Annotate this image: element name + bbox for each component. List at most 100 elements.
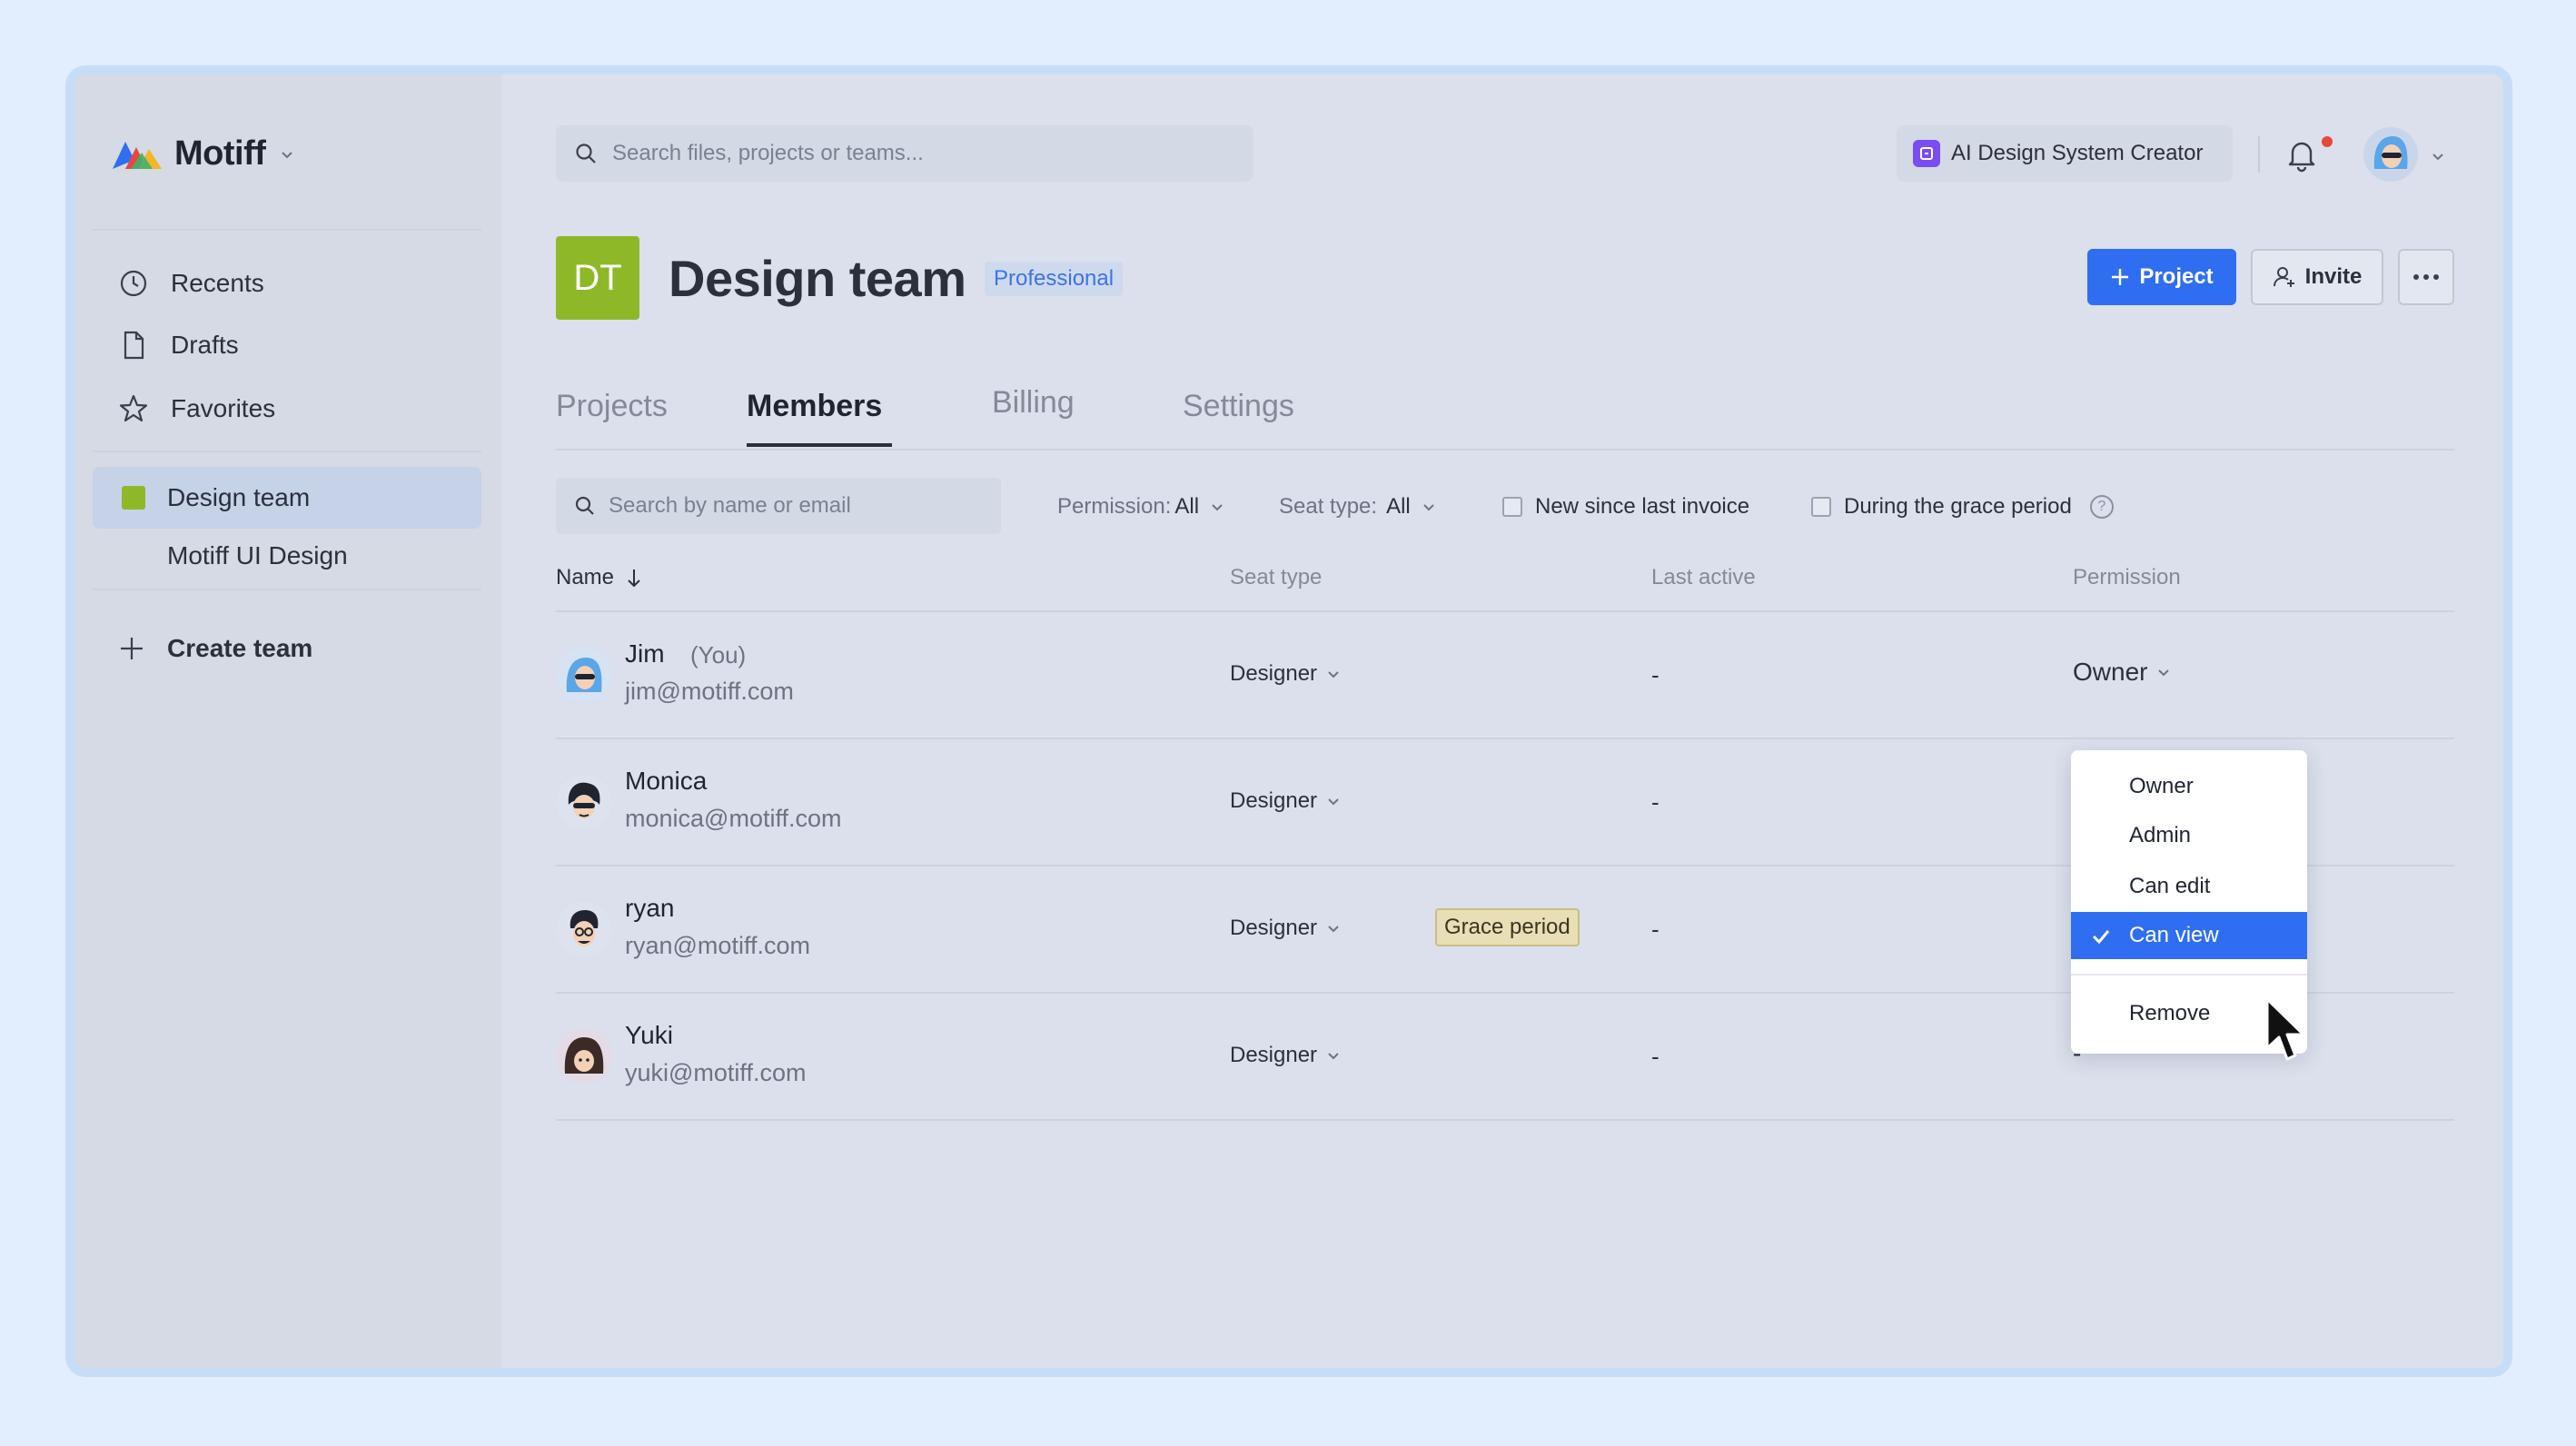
tab-settings[interactable]: Settings bbox=[1183, 389, 1294, 424]
search-icon bbox=[575, 496, 594, 515]
sidebar-item-favorites[interactable]: Favorites bbox=[93, 378, 481, 440]
seat-filter-value: All bbox=[1386, 494, 1411, 519]
create-team-button[interactable]: Create team bbox=[118, 634, 312, 663]
chevron-down-icon bbox=[282, 151, 293, 158]
checkbox[interactable] bbox=[1502, 497, 1522, 517]
chevron-down-icon bbox=[2158, 669, 2170, 677]
plus-icon bbox=[121, 638, 143, 659]
last-active-value: - bbox=[1651, 916, 1660, 943]
chevron-down-icon bbox=[1328, 1053, 1339, 1060]
motiff-logo-icon bbox=[113, 141, 162, 169]
seat-type-select[interactable]: Designer bbox=[1230, 788, 1341, 814]
ai-design-system-button[interactable]: AI Design System Creator bbox=[1897, 125, 2233, 182]
checkbox-label: During the grace period bbox=[1844, 494, 2072, 519]
column-label: Name bbox=[556, 565, 615, 589]
workspace-switcher[interactable]: Motiff bbox=[111, 134, 294, 173]
tab-billing[interactable]: Billing bbox=[992, 385, 1075, 421]
member-email: yuki@motiff.com bbox=[625, 1059, 807, 1086]
seat-type-value: Designer bbox=[1230, 916, 1318, 940]
seat-type-filter[interactable]: Seat type: All bbox=[1279, 494, 1436, 520]
user-avatar[interactable] bbox=[2363, 127, 2418, 182]
member-name: Monica bbox=[625, 767, 708, 795]
table-row[interactable]: Jim (You) jim@motiff.com Designer - Owne… bbox=[556, 610, 2454, 738]
column-header-last-active[interactable]: Last active bbox=[1651, 565, 1756, 590]
chevron-down-icon bbox=[1328, 798, 1339, 806]
last-active-value: - bbox=[1651, 661, 1660, 688]
ellipsis-icon bbox=[2413, 274, 2439, 280]
grace-period-checkbox[interactable]: During the grace period ? bbox=[1811, 494, 2114, 520]
checkbox[interactable] bbox=[1811, 497, 1831, 517]
chevron-down-icon bbox=[1212, 504, 1223, 511]
mouse-pointer-icon bbox=[2265, 997, 2305, 1061]
column-header-name[interactable]: Name bbox=[556, 565, 643, 590]
menu-item-admin[interactable]: Admin bbox=[2071, 812, 2307, 859]
search-icon bbox=[576, 144, 596, 163]
tab-projects[interactable]: Projects bbox=[556, 389, 668, 424]
menu-divider bbox=[2071, 974, 2307, 976]
tab-members[interactable]: Members bbox=[747, 389, 882, 424]
ai-button-label: AI Design System Creator bbox=[1951, 141, 2204, 165]
column-header-permission[interactable]: Permission bbox=[2073, 565, 2181, 590]
seat-type-value: Designer bbox=[1230, 788, 1318, 813]
chevron-down-icon[interactable] bbox=[2431, 149, 2445, 163]
grace-period-badge: Grace period bbox=[1435, 908, 1580, 946]
sidebar-item-label: Favorites bbox=[171, 394, 276, 422]
bell-icon[interactable] bbox=[2284, 136, 2320, 173]
add-user-icon bbox=[2273, 267, 2294, 287]
sidebar-item-label: Design team bbox=[167, 483, 311, 511]
new-project-button[interactable]: Project bbox=[2087, 249, 2236, 305]
global-search[interactable] bbox=[556, 125, 1253, 182]
page-title: Design team bbox=[669, 250, 966, 307]
document-icon bbox=[124, 331, 144, 360]
sort-down-icon bbox=[628, 569, 640, 588]
global-search-input[interactable] bbox=[612, 141, 1230, 166]
topbar-divider bbox=[2258, 136, 2260, 173]
more-options-button[interactable] bbox=[2398, 249, 2454, 305]
star-icon bbox=[119, 394, 148, 422]
member-name: ryan bbox=[625, 894, 675, 922]
plan-badge: Professional bbox=[985, 262, 1124, 296]
sidebar-item-project[interactable]: Motiff UI Design bbox=[167, 541, 348, 570]
invite-button[interactable]: Invite bbox=[2251, 249, 2383, 305]
seat-type-value: Designer bbox=[1230, 1043, 1318, 1067]
column-header-seat-type[interactable]: Seat type bbox=[1230, 565, 1322, 590]
ai-sparkle-icon bbox=[1913, 140, 1940, 167]
menu-item-label: Can view bbox=[2129, 923, 2219, 947]
active-tab-indicator bbox=[747, 443, 892, 447]
new-since-invoice-checkbox[interactable]: New since last invoice bbox=[1502, 494, 1749, 520]
menu-item-can-view[interactable]: Can view bbox=[2071, 912, 2307, 959]
checkbox-label: New since last invoice bbox=[1535, 494, 1750, 519]
seat-type-select[interactable]: Designer bbox=[1230, 661, 1341, 687]
last-active-value: - bbox=[1651, 1043, 1660, 1070]
help-icon[interactable]: ? bbox=[2089, 495, 2114, 519]
app-window: Motiff Recents Drafts Favorites Design t… bbox=[65, 65, 2512, 1377]
team-avatar: DT bbox=[556, 236, 639, 320]
seat-type-select[interactable]: Designer bbox=[1230, 916, 1341, 941]
permission-filter-value: All bbox=[1174, 494, 1200, 519]
team-color-swatch bbox=[122, 486, 145, 510]
permission-filter[interactable]: Permission: All bbox=[1057, 494, 1224, 520]
clock-icon bbox=[120, 270, 147, 297]
member-search-input[interactable] bbox=[609, 493, 990, 519]
permission-select[interactable]: Owner bbox=[2073, 658, 2171, 687]
create-team-label: Create team bbox=[167, 634, 313, 662]
member-name: Yuki bbox=[625, 1021, 673, 1049]
member-search[interactable] bbox=[556, 478, 1001, 534]
avatar bbox=[556, 1028, 612, 1084]
menu-item-can-edit[interactable]: Can edit bbox=[2071, 863, 2307, 910]
sidebar-item-label: Recents bbox=[171, 269, 264, 297]
member-name: Jim bbox=[625, 639, 665, 668]
seat-filter-label: Seat type: bbox=[1279, 494, 1378, 519]
sidebar-item-drafts[interactable]: Drafts bbox=[93, 314, 481, 376]
new-project-label: Project bbox=[2139, 264, 2214, 289]
sidebar-divider bbox=[93, 451, 481, 452]
member-email: ryan@motiff.com bbox=[625, 932, 810, 959]
sidebar-item-recents[interactable]: Recents bbox=[93, 253, 481, 314]
last-active-value: - bbox=[1651, 788, 1660, 816]
permission-value: Owner bbox=[2073, 658, 2148, 686]
sidebar-item-design-team[interactable]: Design team bbox=[93, 467, 481, 529]
seat-type-select[interactable]: Designer bbox=[1230, 1043, 1341, 1068]
chevron-down-icon bbox=[1328, 926, 1339, 933]
menu-item-owner[interactable]: Owner bbox=[2071, 763, 2307, 810]
avatar bbox=[556, 901, 612, 957]
